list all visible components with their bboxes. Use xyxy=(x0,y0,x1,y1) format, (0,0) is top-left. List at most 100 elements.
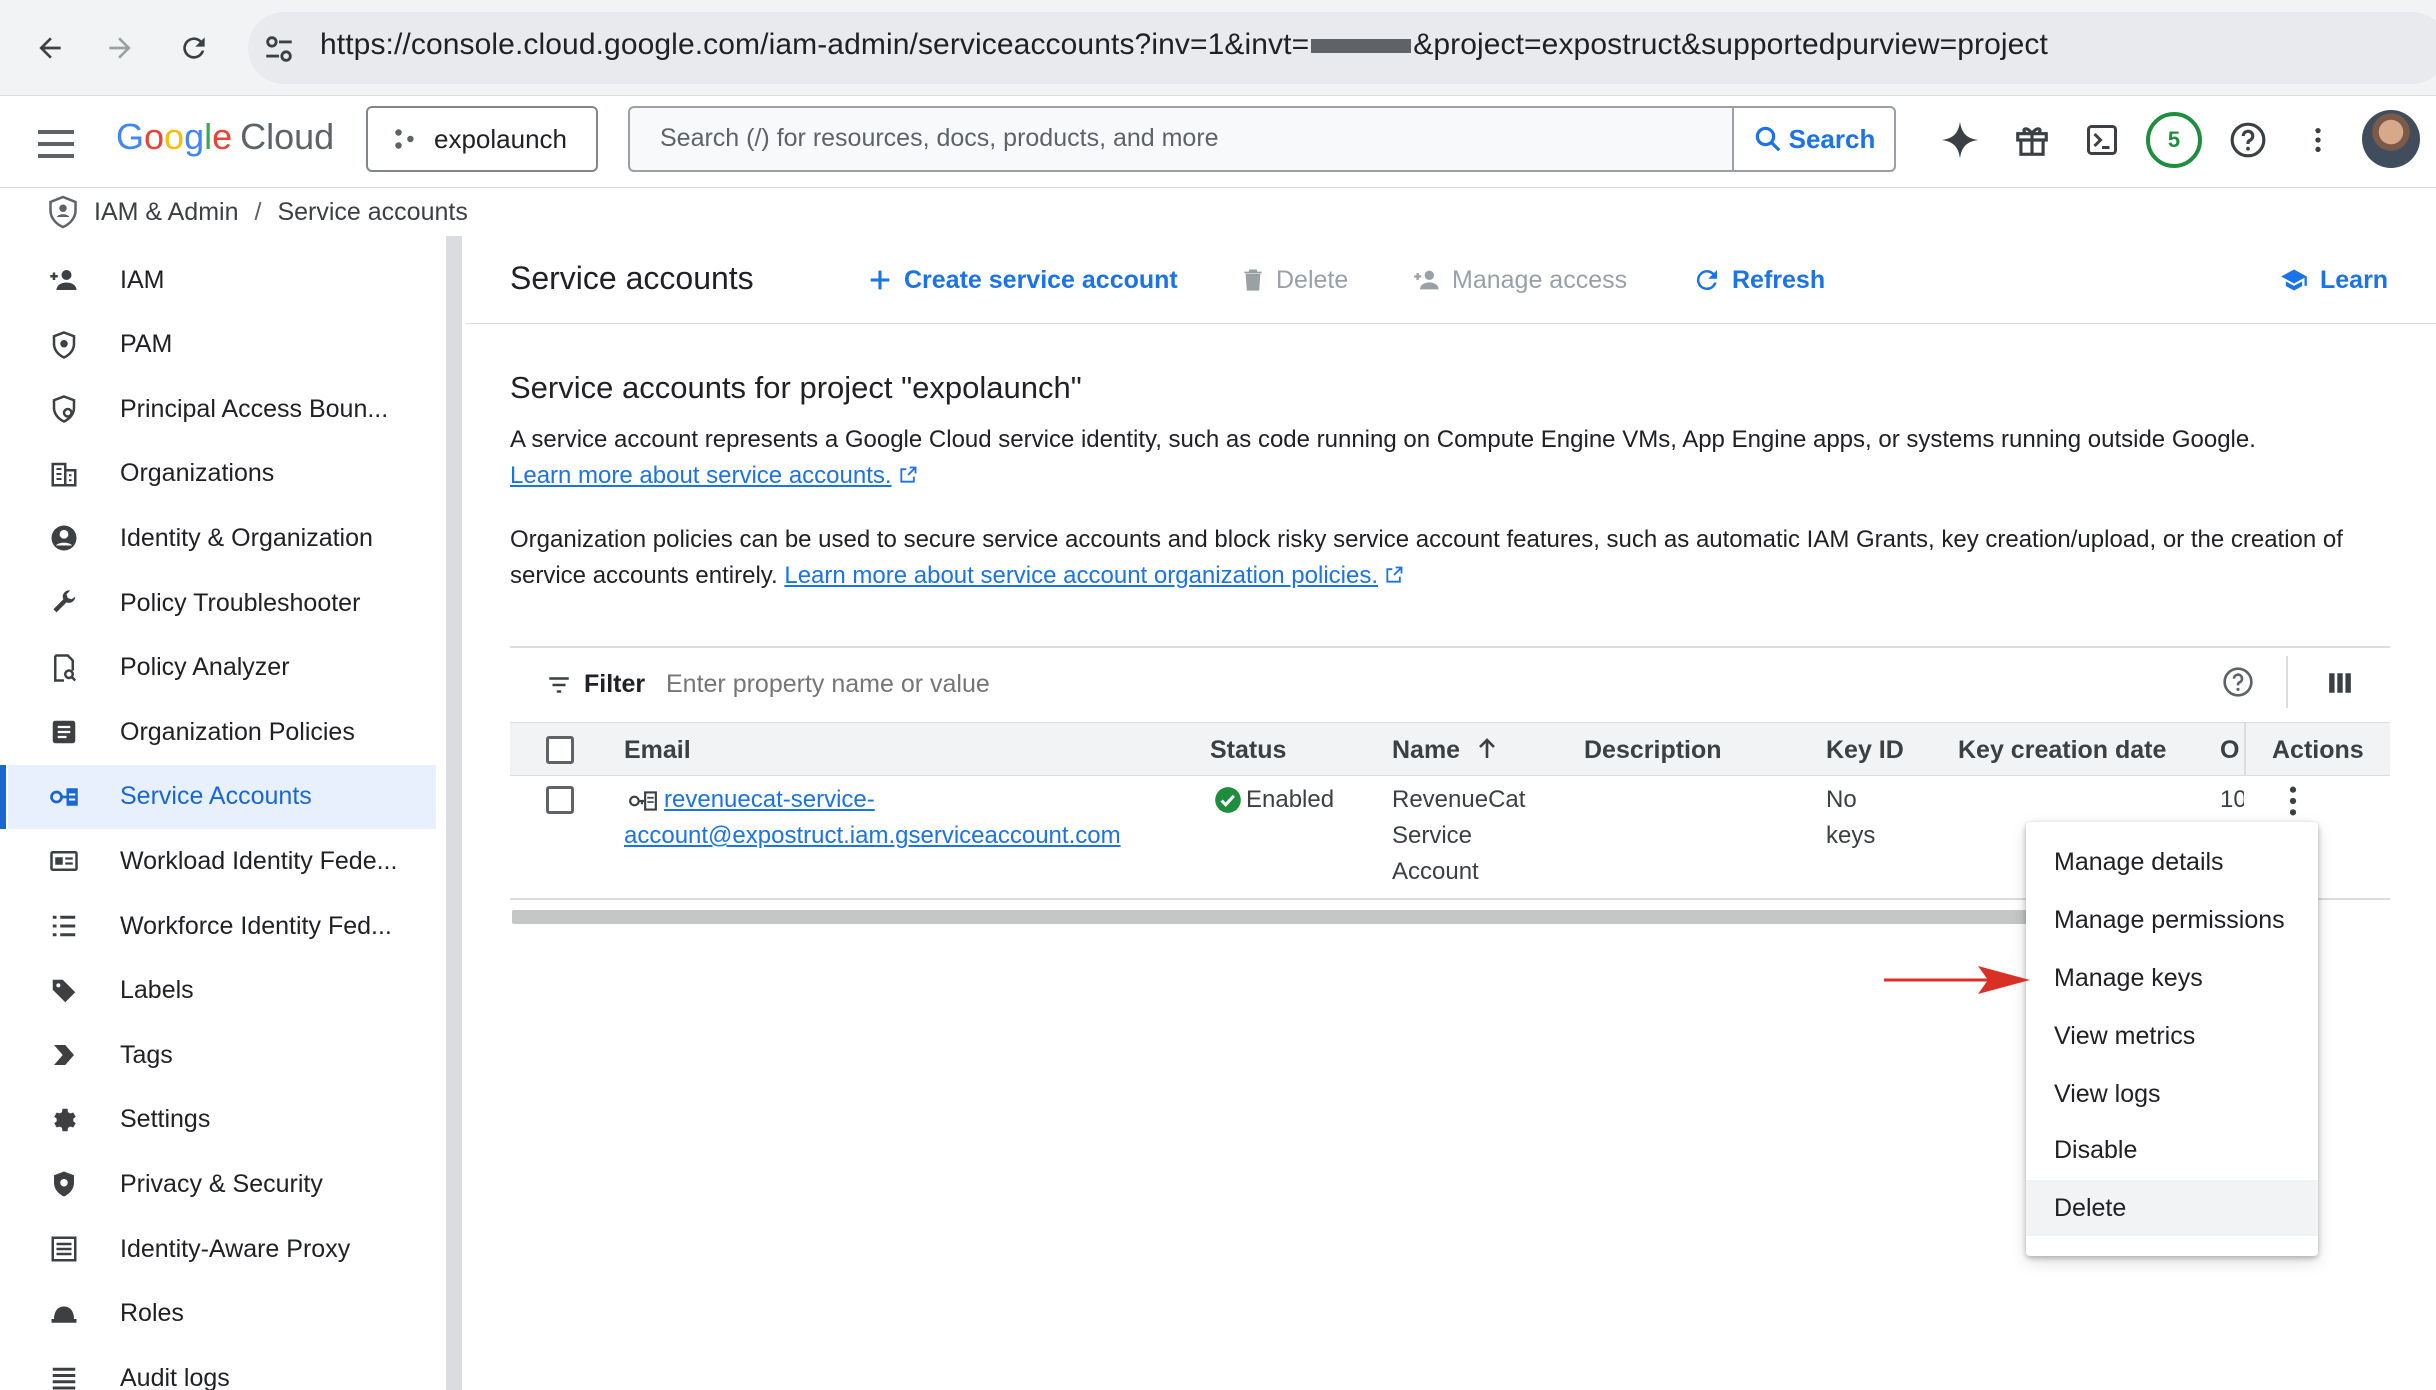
back-button[interactable] xyxy=(26,24,74,72)
column-description[interactable]: Description xyxy=(1584,736,1722,765)
menu-item-view-logs[interactable]: View logs xyxy=(2026,1066,2318,1122)
refresh-button[interactable]: Refresh xyxy=(1692,262,1825,298)
sidebar-item-policy-analyzer[interactable]: Policy Analyzer xyxy=(8,636,436,700)
menu-item-manage-permissions[interactable]: Manage permissions xyxy=(2026,892,2318,948)
column-oauth-truncated[interactable]: O xyxy=(2220,736,2242,765)
url-text[interactable]: https://console.cloud.google.com/iam-adm… xyxy=(320,28,2048,62)
gift-button[interactable] xyxy=(2006,114,2058,166)
external-link-icon xyxy=(1386,566,1403,583)
reload-button[interactable] xyxy=(170,24,218,72)
help-icon[interactable] xyxy=(2222,666,2254,698)
sidebar-item-organization-policies[interactable]: Organization Policies xyxy=(8,700,436,764)
more-vert-icon[interactable] xyxy=(2276,782,2310,820)
sidebar-item-organizations[interactable]: Organizations xyxy=(8,442,436,506)
tag-icon xyxy=(48,975,80,1007)
filter-input[interactable] xyxy=(666,670,1266,699)
column-key-creation-date[interactable]: Key creation date xyxy=(1958,736,2166,765)
forward-button[interactable] xyxy=(96,24,144,72)
sidebar-item-label: Organization Policies xyxy=(120,717,355,746)
delete-button[interactable]: Delete xyxy=(1240,262,1348,298)
help-button[interactable] xyxy=(2222,114,2274,166)
policy-icon xyxy=(48,393,80,425)
document-search-icon xyxy=(48,652,80,684)
search-placeholder: Search (/) for resources, docs, products… xyxy=(660,124,1219,152)
sidebar-item-privacy-security[interactable]: Privacy & Security xyxy=(8,1152,436,1216)
logo-letter: G xyxy=(116,116,145,157)
row-checkbox[interactable] xyxy=(546,786,574,814)
sidebar-item-pam[interactable]: PAM xyxy=(8,313,436,377)
sidebar-item-service-accounts[interactable]: Service Accounts xyxy=(0,764,436,829)
sidebar-item-principal-access-boun[interactable]: Principal Access Boun... xyxy=(8,377,436,441)
account-circle-icon xyxy=(48,522,80,554)
search-button-label: Search xyxy=(1788,123,1876,154)
menu-item-manage-keys[interactable]: Manage keys xyxy=(2026,950,2318,1006)
gemini-button[interactable] xyxy=(1934,114,1986,166)
column-status[interactable]: Status xyxy=(1210,736,1286,765)
filter-icon xyxy=(549,677,569,693)
email-line-1: revenuecat-service- xyxy=(664,786,875,813)
breadcrumb-section[interactable]: IAM & Admin xyxy=(94,198,239,227)
sidebar-item-label: Tags xyxy=(120,1040,173,1069)
plus-icon xyxy=(870,270,890,290)
sidebar-item-label: Organizations xyxy=(120,459,275,488)
learn-more-org-policies-link[interactable]: Learn more about service account organiz… xyxy=(784,562,1378,589)
status-text: Enabled xyxy=(1246,786,1335,813)
logo-letter: g xyxy=(184,116,205,157)
sidebar-item-iam[interactable]: IAM xyxy=(8,248,436,312)
horizontal-scrollbar[interactable] xyxy=(512,910,2032,924)
more-options-button[interactable] xyxy=(2292,114,2344,166)
chevron-tag-icon xyxy=(48,1039,80,1071)
sidebar-scrollbar[interactable] xyxy=(446,236,462,1390)
menu-icon[interactable] xyxy=(32,120,80,168)
key-id-cell: No keys xyxy=(1826,782,1875,854)
create-service-account-button[interactable]: Create service account xyxy=(866,262,1178,298)
sidebar-item-label: Settings xyxy=(120,1105,211,1134)
column-key-id[interactable]: Key ID xyxy=(1826,736,1904,765)
search-button[interactable]: Search xyxy=(1732,106,1896,172)
filter-label: Filter xyxy=(584,670,646,698)
menu-item-delete[interactable]: Delete xyxy=(2026,1180,2318,1236)
avatar[interactable] xyxy=(2362,110,2420,168)
sidebar-item-settings[interactable]: Settings xyxy=(8,1088,436,1152)
sidebar-item-labels[interactable]: Labels xyxy=(8,959,436,1023)
learn-button[interactable]: Learn xyxy=(2278,262,2388,298)
google-cloud-logo[interactable]: Google Cloud xyxy=(116,116,334,158)
shield-icon xyxy=(48,329,80,361)
menu-item-disable[interactable]: Disable xyxy=(2026,1122,2318,1178)
sidebar-item-label: Roles xyxy=(120,1299,184,1328)
sidebar-item-label: Workload Identity Fede... xyxy=(120,846,398,875)
site-settings-icon[interactable] xyxy=(262,32,296,66)
sidebar-item-label: Policy Troubleshooter xyxy=(120,588,361,617)
sidebar-item-identity-aware-proxy[interactable]: Identity-Aware Proxy xyxy=(8,1217,436,1281)
sidebar-item-tags[interactable]: Tags xyxy=(8,1023,436,1087)
column-name[interactable]: Name xyxy=(1392,736,1499,765)
select-all-checkbox[interactable] xyxy=(546,736,574,764)
hat-icon xyxy=(48,1298,80,1330)
proxy-icon xyxy=(48,1233,80,1265)
notifications-badge[interactable]: 5 xyxy=(2146,112,2202,168)
building-icon xyxy=(48,458,80,490)
logo-letter: o xyxy=(144,116,165,157)
sidebar-item-label: Labels xyxy=(120,976,194,1005)
menu-item-manage-details[interactable]: Manage details xyxy=(2026,834,2318,890)
sidebar-item-workforce-identity-fed[interactable]: Workforce Identity Fed... xyxy=(8,894,436,958)
column-divider xyxy=(2244,722,2246,776)
column-email[interactable]: Email xyxy=(624,736,691,765)
sidebar-item-identity-organization[interactable]: Identity & Organization xyxy=(8,506,436,570)
learn-more-service-accounts-link[interactable]: Learn more about service accounts. xyxy=(510,462,892,489)
sidebar-item-policy-troubleshooter[interactable]: Policy Troubleshooter xyxy=(8,571,436,635)
sidebar-item-workload-identity-fede[interactable]: Workload Identity Fede... xyxy=(8,829,436,893)
lines-icon xyxy=(48,1362,80,1390)
sidebar-item-roles[interactable]: Roles xyxy=(8,1282,436,1346)
email-link[interactable]: revenuecat-service- account@expostruct.i… xyxy=(624,782,1121,854)
manage-access-button[interactable]: Manage access xyxy=(1412,262,1627,298)
column-display-icon[interactable] xyxy=(2326,670,2354,696)
learn-label: Learn xyxy=(2320,265,2389,294)
sparkle-icon xyxy=(1941,121,1979,159)
project-icon xyxy=(395,129,414,149)
cloud-shell-button[interactable] xyxy=(2076,114,2128,166)
menu-item-view-metrics[interactable]: View metrics xyxy=(2026,1008,2318,1064)
terminal-icon xyxy=(2087,125,2117,155)
project-picker[interactable]: expolaunch xyxy=(366,106,598,172)
sidebar-item-audit-logs[interactable]: Audit logs xyxy=(8,1346,436,1390)
